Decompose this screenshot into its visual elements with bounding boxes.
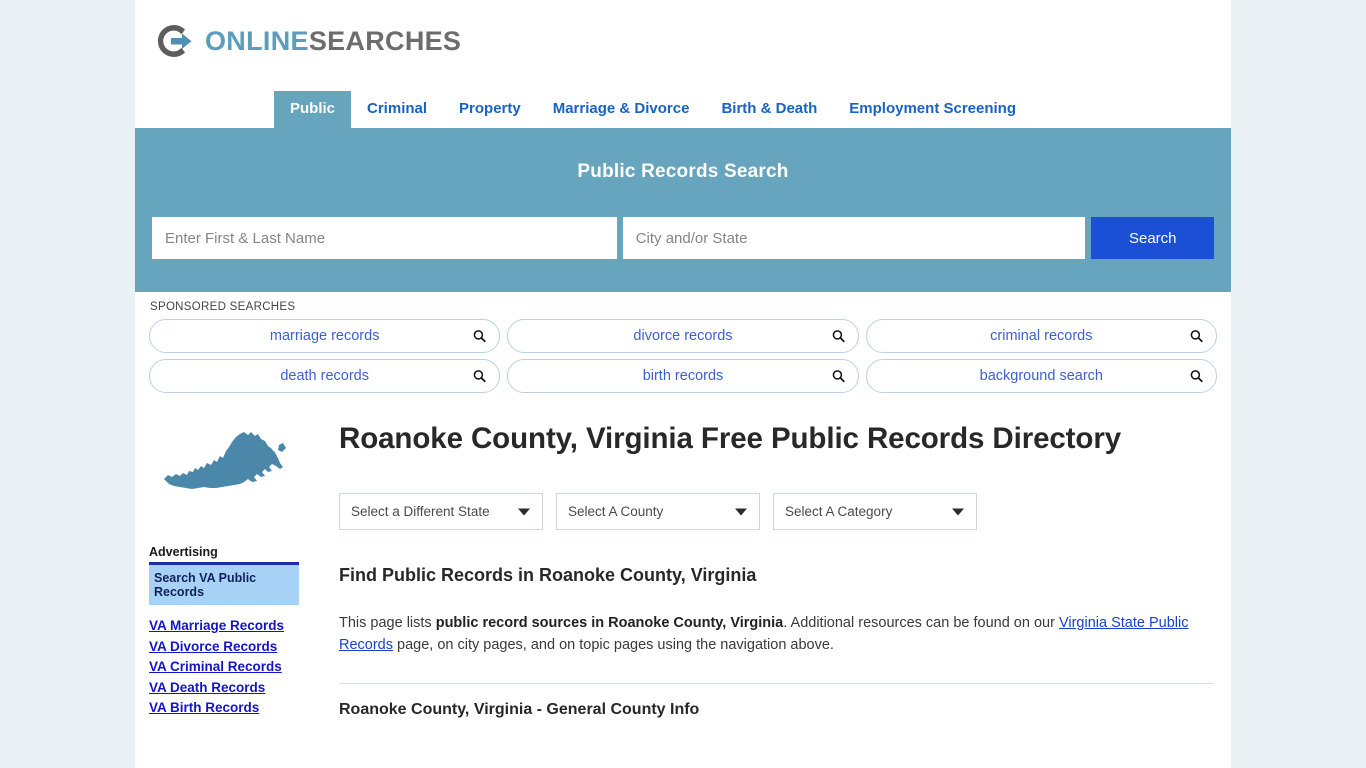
- location-search-input[interactable]: [622, 217, 1086, 259]
- intro-paragraph: This page lists public record sources in…: [339, 612, 1201, 656]
- tab-criminal[interactable]: Criminal: [351, 91, 443, 128]
- sponsored-row-2: death records birth records background s…: [149, 359, 1217, 393]
- sponsored-pill-label: death records: [280, 368, 369, 384]
- sponsored-pill-label: background search: [979, 368, 1103, 384]
- advertising-label: Advertising: [149, 545, 218, 559]
- tab-employment-screening[interactable]: Employment Screening: [833, 91, 1032, 128]
- category-select[interactable]: Select A Category: [773, 493, 977, 530]
- sponsored-row-1: marriage records divorce records crimina…: [149, 319, 1217, 353]
- name-search-input[interactable]: [152, 217, 617, 259]
- search-band-title: Public Records Search: [577, 161, 789, 182]
- sponsored-pill-label: divorce records: [633, 328, 733, 344]
- page-body: Advertising Search VA Public Records VA …: [135, 399, 1231, 719]
- filter-dropdowns: Select a Different State Select A County…: [339, 493, 1214, 530]
- magnifier-icon: [1190, 330, 1203, 343]
- county-select[interactable]: Select A County: [556, 493, 760, 530]
- sponsored-searches-label: SPONSORED SEARCHES: [150, 301, 296, 313]
- logo-word-searches: SEARCHES: [308, 25, 462, 56]
- chevron-down-icon: [518, 508, 530, 515]
- sidebar-link-va-marriage-records[interactable]: VA Marriage Records: [149, 616, 299, 637]
- sponsored-pill-marriage-records[interactable]: marriage records: [149, 319, 501, 353]
- tab-birth-death[interactable]: Birth & Death: [705, 91, 833, 128]
- advertising-block: Advertising Search VA Public Records VA …: [149, 527, 303, 719]
- logo-wordmark: ONLINESEARCHES: [205, 26, 461, 57]
- tab-public[interactable]: Public: [274, 91, 352, 128]
- magnifier-icon: [832, 370, 845, 383]
- sponsored-pill-birth-records[interactable]: birth records: [507, 359, 859, 393]
- content-divider: [339, 683, 1214, 684]
- intro-mid-text: . Additional resources can be found on o…: [783, 615, 1059, 631]
- state-map-container: [149, 399, 303, 527]
- sponsored-pill-label: marriage records: [269, 328, 380, 344]
- site-logo[interactable]: ONLINESEARCHES: [152, 19, 461, 63]
- virginia-state-map-icon: [162, 427, 290, 499]
- main-navigation: Public Criminal Property Marriage & Divo…: [135, 79, 1231, 128]
- main-content: Roanoke County, Virginia Free Public Rec…: [303, 399, 1231, 719]
- left-sidebar: Advertising Search VA Public Records VA …: [135, 399, 303, 719]
- sponsored-searches: SPONSORED SEARCHES marriage records divo…: [135, 292, 1231, 393]
- magnifier-icon: [832, 330, 845, 343]
- sidebar-link-va-criminal-records[interactable]: VA Criminal Records: [149, 657, 299, 678]
- tab-property[interactable]: Property: [443, 91, 537, 128]
- sponsored-pill-label: birth records: [642, 368, 724, 384]
- general-county-info-heading: Roanoke County, Virginia - General Count…: [339, 701, 700, 718]
- sidebar-link-va-divorce-records[interactable]: VA Divorce Records: [149, 637, 299, 658]
- magnifier-icon: [1190, 370, 1203, 383]
- logo-word-online: ONLINE: [205, 25, 309, 56]
- content-column: ONLINESEARCHES Public Criminal Property …: [135, 0, 1231, 768]
- category-select-label: Select A Category: [785, 504, 893, 519]
- county-select-label: Select A County: [568, 504, 664, 519]
- magnifier-icon: [473, 370, 487, 383]
- intro-bold-text: public record sources in Roanoke County,…: [435, 615, 784, 631]
- state-select-label: Select a Different State: [351, 504, 490, 519]
- intro-lead-text: This page lists: [339, 615, 436, 631]
- page-root: ONLINESEARCHES Public Criminal Property …: [0, 0, 1366, 768]
- advertising-links: VA Marriage Records VA Divorce Records V…: [149, 605, 299, 719]
- sponsored-pill-background-search[interactable]: background search: [865, 359, 1217, 393]
- search-submit-button[interactable]: Search: [1091, 217, 1214, 259]
- tab-marriage-divorce[interactable]: Marriage & Divorce: [537, 91, 706, 128]
- sponsored-pill-death-records[interactable]: death records: [149, 359, 501, 393]
- search-va-public-records-button[interactable]: Search VA Public Records: [149, 565, 299, 605]
- sponsored-pill-criminal-records[interactable]: criminal records: [865, 319, 1217, 353]
- magnifier-icon: [473, 330, 487, 343]
- sidebar-link-va-birth-records[interactable]: VA Birth Records: [149, 698, 299, 719]
- state-select[interactable]: Select a Different State: [339, 493, 543, 530]
- sponsored-pill-divorce-records[interactable]: divorce records: [507, 319, 859, 353]
- intro-tail-text: page, on city pages, and on topic pages …: [393, 637, 834, 653]
- site-header: ONLINESEARCHES: [135, 0, 1231, 79]
- section-title: Find Public Records in Roanoke County, V…: [339, 565, 757, 585]
- circle-arrow-logo-icon: [152, 19, 196, 63]
- public-records-search-band: Public Records Search Search: [135, 128, 1231, 292]
- sidebar-link-va-death-records[interactable]: VA Death Records: [149, 678, 299, 699]
- search-form: Search: [152, 217, 1214, 259]
- chevron-down-icon: [735, 508, 747, 515]
- chevron-down-icon: [952, 508, 964, 515]
- page-title: Roanoke County, Virginia Free Public Rec…: [339, 422, 1122, 455]
- sponsored-pill-label: criminal records: [990, 328, 1093, 344]
